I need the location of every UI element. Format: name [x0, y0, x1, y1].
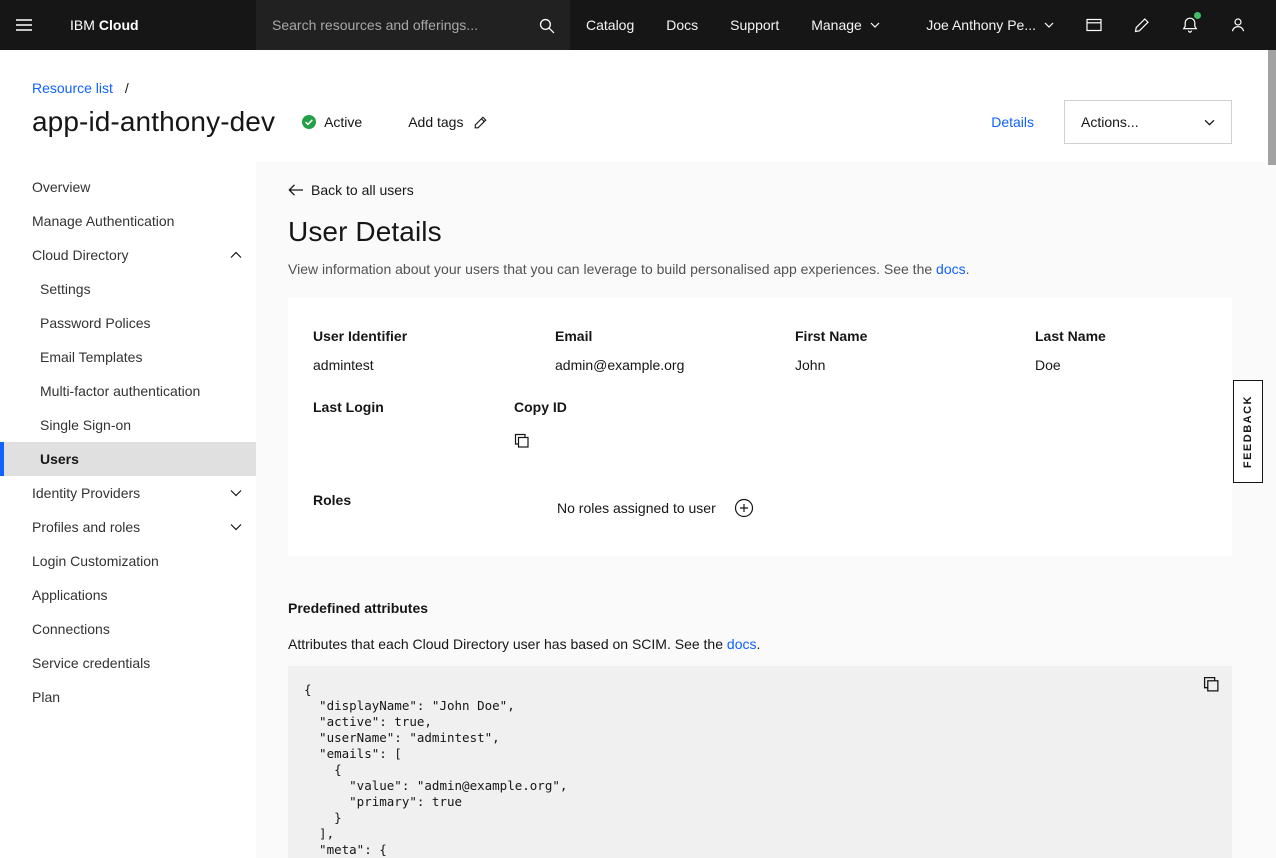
status-text: Active [324, 114, 362, 130]
breadcrumb-separator: / [125, 80, 129, 96]
field-user-identifier: User Identifier admintest [313, 328, 555, 373]
top-nav: Catalog Docs Support Manage [570, 0, 896, 50]
add-tags-button[interactable]: Add tags [408, 114, 488, 130]
sidebar-item-profiles-and-roles[interactable]: Profiles and roles [0, 510, 256, 544]
field-email: Email admin@example.org [555, 328, 795, 373]
field-label: Last Login [313, 399, 514, 415]
plus-circle-icon [734, 498, 754, 518]
notification-dot [1194, 12, 1201, 19]
field-value: admintest [313, 357, 555, 373]
field-last-name: Last Name Doe [1035, 328, 1207, 373]
docs-link[interactable]: docs [936, 261, 966, 277]
nav-catalog[interactable]: Catalog [570, 0, 650, 50]
edit-feedback-button[interactable] [1118, 0, 1166, 50]
roles-section: Roles No roles assigned to user [313, 492, 1207, 518]
brand-ibm: IBM [70, 17, 95, 33]
copy-code-button[interactable] [1203, 676, 1220, 696]
sidebar-item-manage-authentication[interactable]: Manage Authentication [0, 204, 256, 238]
hamburger-icon [14, 15, 34, 35]
user-avatar-icon [1229, 16, 1247, 34]
sidebar-item-connections[interactable]: Connections [0, 612, 256, 646]
sidebar-item-cloud-directory[interactable]: Cloud Directory [0, 238, 256, 272]
ibm-cloud-logo[interactable]: IBMCloud [70, 0, 256, 50]
user-details-description: View information about your users that y… [288, 260, 1232, 278]
copy-id-button[interactable] [514, 433, 530, 452]
edit-icon [473, 115, 488, 130]
field-copy-id: Copy ID [514, 399, 1207, 452]
copy-icon [1203, 676, 1220, 693]
brand-cloud: Cloud [99, 17, 139, 33]
scim-code-snippet: { "displayName": "John Doe", "active": t… [288, 666, 1232, 858]
field-value: admin@example.org [555, 357, 795, 373]
sidebar-item-users[interactable]: Users [0, 442, 256, 476]
chevron-down-icon [230, 489, 242, 497]
sidebar-item-email-templates[interactable]: Email Templates [0, 340, 256, 374]
check-circle-icon [301, 114, 317, 130]
details-link[interactable]: Details [991, 114, 1034, 130]
account-menu[interactable]: Joe Anthony Pe... [910, 0, 1070, 50]
sidebar-item-settings[interactable]: Settings [0, 272, 256, 306]
chevron-down-icon [230, 523, 242, 531]
search-button[interactable] [522, 17, 570, 34]
sidebar-item-login-customization[interactable]: Login Customization [0, 544, 256, 578]
field-label: User Identifier [313, 328, 555, 344]
page-header: Resource list / app-id-anthony-dev Activ… [0, 50, 1276, 162]
sidebar-item-plan[interactable]: Plan [0, 680, 256, 714]
nav-support[interactable]: Support [714, 0, 795, 50]
predefined-attributes-title: Predefined attributes [288, 600, 1232, 616]
field-label: First Name [795, 328, 1035, 344]
predefined-attributes-description: Attributes that each Cloud Directory use… [288, 636, 1232, 652]
docs-link[interactable]: docs [727, 636, 757, 652]
code-text: { "displayName": "John Doe", "active": t… [304, 682, 1216, 858]
main-content: Back to all users User Details View info… [256, 162, 1276, 858]
sidebar-item-password-polices[interactable]: Password Polices [0, 306, 256, 340]
pencil-icon [1133, 16, 1151, 34]
arrow-left-icon [288, 183, 304, 197]
sidebar-item-service-credentials[interactable]: Service credentials [0, 646, 256, 680]
notifications-button[interactable] [1166, 0, 1214, 50]
sidebar-item-multi-factor-authentication[interactable]: Multi-factor authentication [0, 374, 256, 408]
page-title: app-id-anthony-dev [32, 106, 275, 138]
chevron-down-icon [1204, 119, 1215, 126]
sidebar-item-applications[interactable]: Applications [0, 578, 256, 612]
field-label: Last Name [1035, 328, 1207, 344]
side-nav: Overview Manage Authentication Cloud Dir… [0, 162, 256, 858]
global-search [256, 0, 570, 50]
field-label: Roles [313, 492, 557, 518]
field-label: Email [555, 328, 795, 344]
nav-docs[interactable]: Docs [650, 0, 714, 50]
sidebar-item-single-sign-on[interactable]: Single Sign-on [0, 408, 256, 442]
nav-manage[interactable]: Manage [795, 0, 896, 50]
sidebar-item-overview[interactable]: Overview [0, 170, 256, 204]
field-value: John [795, 357, 1035, 373]
search-icon [538, 17, 555, 34]
window-icon [1085, 16, 1103, 34]
sidebar-item-identity-providers[interactable]: Identity Providers [0, 476, 256, 510]
breadcrumb: Resource list / [32, 80, 1232, 96]
status-badge: Active [301, 114, 362, 130]
user-details-card: User Identifier admintest Email admin@ex… [288, 298, 1232, 556]
top-bar: IBMCloud Catalog Docs Support Manage Joe… [0, 0, 1276, 50]
menu-button[interactable] [0, 0, 48, 50]
chevron-up-icon [230, 251, 242, 259]
user-details-title: User Details [288, 216, 1232, 248]
field-last-login: Last Login [313, 399, 514, 452]
breadcrumb-resource-list[interactable]: Resource list [32, 80, 113, 96]
add-role-button[interactable] [734, 498, 754, 518]
field-label: Copy ID [514, 399, 1207, 415]
profile-button[interactable] [1214, 0, 1262, 50]
roles-empty-text: No roles assigned to user [557, 500, 716, 516]
actions-dropdown[interactable]: Actions... [1064, 100, 1232, 144]
copy-icon [514, 433, 530, 449]
field-first-name: First Name John [795, 328, 1035, 373]
back-to-users-link[interactable]: Back to all users [288, 182, 414, 198]
top-right-actions: Joe Anthony Pe... [910, 0, 1276, 50]
field-value: Doe [1035, 357, 1207, 373]
scrollbar-thumb[interactable] [1268, 50, 1276, 165]
chevron-down-icon [870, 22, 880, 28]
search-input[interactable] [256, 17, 522, 33]
feedback-button[interactable]: FEEDBACK [1233, 380, 1263, 483]
window-button[interactable] [1070, 0, 1118, 50]
chevron-down-icon [1044, 22, 1054, 28]
